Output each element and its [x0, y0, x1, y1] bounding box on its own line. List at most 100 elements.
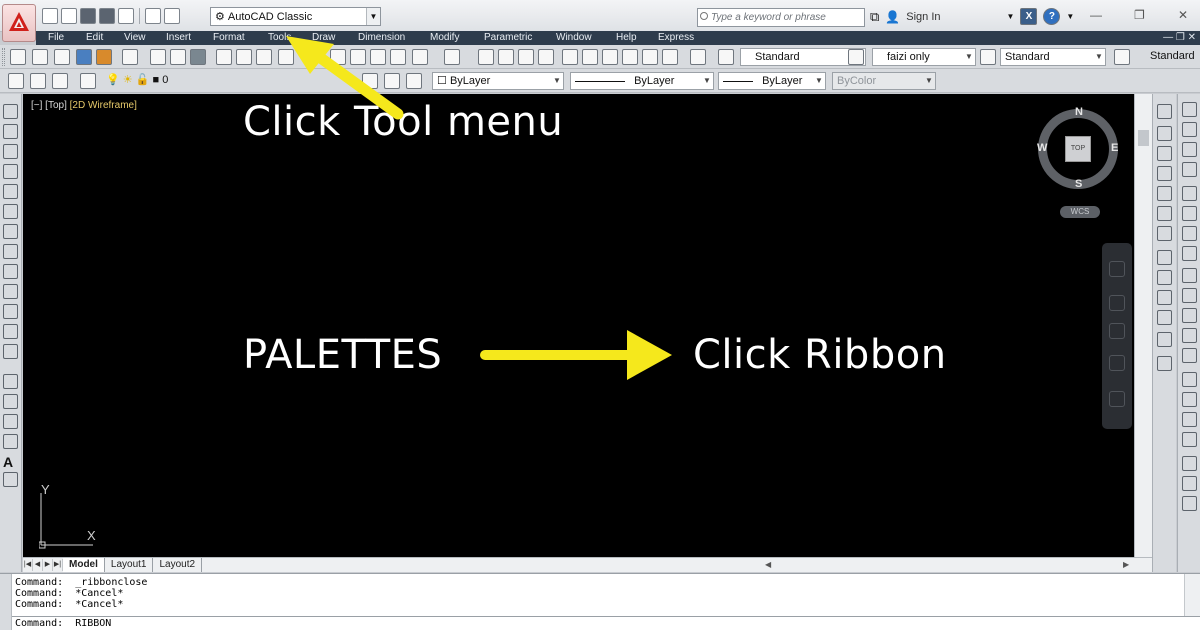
redo-tool-icon[interactable] [444, 49, 460, 65]
command-window-handle[interactable] [0, 574, 12, 630]
move-icon[interactable] [1157, 206, 1172, 221]
polygon-icon[interactable] [3, 164, 18, 179]
workspace-icon[interactable] [10, 49, 26, 65]
visual-style-label[interactable]: [2D Wireframe] [70, 100, 137, 111]
menu-draw[interactable]: Draw [312, 31, 335, 44]
dim-style-icon[interactable] [848, 49, 864, 65]
undo-tool-icon[interactable] [412, 49, 428, 65]
open-file-icon[interactable] [170, 49, 186, 65]
zoom-realtime-icon[interactable] [498, 49, 514, 65]
layer-previous-icon[interactable] [52, 73, 68, 89]
sheet-set-icon[interactable] [622, 49, 638, 65]
trim-icon[interactable] [1157, 290, 1172, 305]
rectangle-icon[interactable] [3, 184, 18, 199]
dim-break-icon[interactable] [1182, 348, 1197, 363]
realtime-icon[interactable] [122, 49, 138, 65]
tab-layout2[interactable]: Layout2 [153, 558, 203, 572]
pan-nav-icon[interactable] [1109, 295, 1125, 311]
dim-style-select[interactable]: faizi only ▼ [872, 48, 976, 66]
help-icon[interactable]: ? [1043, 8, 1061, 25]
redo-icon[interactable] [164, 8, 180, 24]
layer-select[interactable]: 💡 ☀ 🔓 ■ 0 [102, 72, 346, 90]
chevron-down-icon[interactable]: ▼ [813, 73, 825, 89]
table-icon[interactable] [3, 434, 18, 449]
last-tab-icon[interactable]: ▶| [53, 559, 63, 571]
menu-view[interactable]: View [124, 31, 146, 44]
angular-icon[interactable] [1182, 246, 1197, 261]
restore-icon[interactable]: ❐ [1134, 8, 1145, 22]
orbit-icon[interactable] [1109, 355, 1125, 371]
visual-style-icon[interactable] [96, 49, 112, 65]
jogged-icon[interactable] [1182, 206, 1197, 221]
print-icon[interactable] [216, 49, 232, 65]
quick-dim-icon[interactable] [1182, 268, 1197, 283]
viewcube[interactable]: TOP [1038, 109, 1118, 189]
design-center-icon[interactable] [582, 49, 598, 65]
3d-print-icon[interactable] [278, 49, 294, 65]
scale-icon[interactable] [1157, 250, 1172, 265]
search-input[interactable]: Type a keyword or phrase [697, 8, 865, 27]
insert-block-icon[interactable] [3, 324, 18, 339]
match-properties-icon[interactable] [370, 49, 386, 65]
chevron-down-icon[interactable]: ▼ [1093, 49, 1105, 65]
new-icon[interactable] [42, 8, 58, 24]
diameter-icon[interactable] [1182, 226, 1197, 241]
signin-dropdown-icon[interactable]: ▼ [1007, 12, 1015, 21]
markup-icon[interactable] [642, 49, 658, 65]
ellipse-icon[interactable] [3, 284, 18, 299]
continue-icon[interactable] [1182, 308, 1197, 323]
linear-dim-icon[interactable] [1182, 102, 1197, 117]
extend-icon[interactable] [1157, 310, 1172, 325]
plot-icon[interactable] [118, 8, 134, 24]
chevron-down-icon[interactable]: ▼ [551, 73, 563, 89]
erase-icon[interactable] [1157, 104, 1172, 119]
next-tab-icon[interactable]: ▶ [43, 559, 53, 571]
menu-window[interactable]: Window [556, 31, 592, 44]
prev-tab-icon[interactable]: ◀ [33, 559, 43, 571]
menu-parametric[interactable]: Parametric [484, 31, 532, 44]
region-icon[interactable] [3, 414, 18, 429]
preview-icon[interactable] [236, 49, 252, 65]
dim-space-icon[interactable] [1182, 328, 1197, 343]
save-file-icon[interactable] [190, 49, 206, 65]
text-style-icon[interactable] [718, 49, 734, 65]
scrollbar-thumb[interactable] [1138, 130, 1149, 146]
vertical-scrollbar[interactable] [1134, 94, 1152, 557]
ellipse-arc-icon[interactable] [3, 304, 18, 319]
copy-icon[interactable] [330, 49, 346, 65]
scroll-right-icon[interactable]: ▶ [1123, 558, 1129, 572]
shading-icon[interactable] [54, 49, 70, 65]
minimize-icon[interactable]: — [1090, 8, 1102, 22]
publish-icon[interactable] [256, 49, 272, 65]
save-icon[interactable] [80, 8, 96, 24]
add-selected-icon[interactable] [3, 472, 18, 487]
calculator-icon[interactable] [662, 49, 678, 65]
zoom-window-icon[interactable] [518, 49, 534, 65]
aligned-dim-icon[interactable] [1182, 122, 1197, 137]
mirror-icon[interactable] [1157, 146, 1172, 161]
compass-west[interactable]: W [1037, 142, 1047, 154]
menu-help[interactable]: Help [616, 31, 637, 44]
make-current-icon[interactable] [362, 73, 378, 89]
tool-palettes-icon[interactable] [602, 49, 618, 65]
array-icon[interactable] [1157, 186, 1172, 201]
tolerance-icon[interactable] [1182, 372, 1197, 387]
paste-icon[interactable] [350, 49, 366, 65]
wcs-menu[interactable]: WCS [1060, 206, 1100, 218]
multiline-text-icon[interactable]: A [3, 454, 18, 470]
viewport-view-label[interactable]: [−] [Top] [31, 100, 70, 111]
menu-modify[interactable]: Modify [430, 31, 459, 44]
color-select[interactable]: ☐ ByLayer ▼ [432, 72, 564, 90]
block-editor-icon[interactable] [390, 49, 406, 65]
revision-cloud-icon[interactable] [3, 244, 18, 259]
drawing-canvas[interactable]: [−] [Top] [2D Wireframe] Click Tool menu… [23, 94, 1134, 557]
undo-icon[interactable] [145, 8, 161, 24]
layer-manager-icon[interactable] [80, 73, 96, 89]
chevron-down-icon[interactable]: ▼ [701, 73, 713, 89]
material-icon[interactable] [76, 49, 92, 65]
table-style-icon[interactable] [980, 49, 996, 65]
stretch-icon[interactable] [1157, 270, 1172, 285]
user-icon[interactable]: 👤 [885, 10, 900, 24]
properties-icon[interactable] [562, 49, 578, 65]
steering-wheel-icon[interactable] [1109, 261, 1125, 277]
